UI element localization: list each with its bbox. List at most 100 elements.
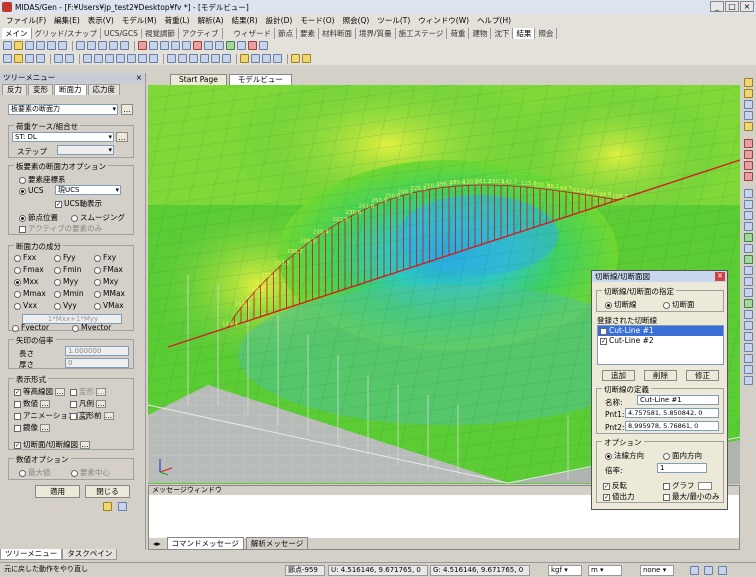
wireframe-icon[interactable] [743, 244, 753, 253]
component-radio[interactable]: Vxx [14, 301, 37, 310]
view-iso-icon[interactable] [149, 54, 158, 63]
display-checkbox[interactable]: 変形前… [70, 410, 114, 421]
normal-dir-radio[interactable]: 法線方向 [605, 450, 644, 461]
menu-item[interactable]: モデル(M) [118, 15, 161, 26]
component-radio[interactable]: Fxx [14, 253, 36, 262]
dimension-icon[interactable] [743, 299, 753, 308]
minimize-icon[interactable]: _ [710, 1, 724, 12]
view-top-icon[interactable] [138, 54, 147, 63]
loadcase-dropdown[interactable]: ST: DL ▾ [12, 132, 114, 142]
unlock-icon[interactable] [302, 54, 311, 63]
pencil-icon[interactable] [14, 41, 23, 50]
point-icon[interactable] [58, 41, 67, 50]
ribbon-tab[interactable]: 照会 [535, 27, 558, 39]
zoom-out-icon[interactable] [743, 89, 753, 98]
open-file-icon[interactable] [14, 54, 23, 63]
settlement-icon[interactable] [248, 41, 257, 50]
undo-icon[interactable] [54, 54, 63, 63]
dialog-close-icon[interactable]: × [715, 272, 725, 281]
graph-icon[interactable] [226, 41, 235, 50]
component-radio[interactable]: Fmax [14, 265, 44, 274]
ucs-axis-checkbox[interactable]: ✓ UCS軸表示 [55, 198, 102, 209]
force-unit-dropdown[interactable]: kgf ▾ [548, 565, 582, 576]
menu-item[interactable]: 編集(E) [50, 15, 84, 26]
component-radio[interactable]: MMax [94, 289, 125, 298]
component-radio[interactable]: Mxy [94, 277, 118, 286]
hidden-icon[interactable] [251, 54, 260, 63]
apply-button[interactable]: 適用 [35, 485, 80, 498]
save-icon[interactable] [25, 54, 34, 63]
result-icon[interactable] [193, 41, 202, 50]
view-z-icon[interactable] [743, 211, 753, 220]
ribbon-tab[interactable]: 材料断面 [319, 27, 357, 39]
element-icon[interactable] [87, 41, 96, 50]
arrow-right-icon[interactable] [743, 150, 753, 159]
graph-checkbox[interactable]: グラフ [663, 480, 712, 491]
display-unit-dropdown[interactable]: none ▾ [640, 565, 674, 576]
select-all-icon[interactable] [189, 54, 198, 63]
active-only-checkbox[interactable]: アクティブの要素のみ [19, 223, 102, 234]
print-icon[interactable] [118, 502, 127, 511]
component-radio[interactable]: VMax [94, 301, 124, 310]
display-checkbox[interactable]: 鏡像… [14, 422, 50, 433]
result-type-dropdown[interactable]: 板要素の断面力 ▾ [8, 104, 118, 115]
query-node-icon[interactable] [743, 354, 753, 363]
pan-icon[interactable] [94, 54, 103, 63]
delete-button[interactable]: 削除 [644, 370, 677, 381]
section-display-checkbox[interactable]: ✓ 切断面/切断線図… [14, 439, 91, 450]
zoom-icon[interactable] [83, 54, 92, 63]
measure-icon[interactable] [743, 310, 753, 319]
view-x-icon[interactable] [743, 189, 753, 198]
name-input[interactable]: Cut-Line #1 [637, 395, 719, 405]
ribbon-tab[interactable]: 沈下 [491, 27, 514, 39]
tree-tab[interactable]: 変形 [28, 84, 53, 95]
label-icon[interactable] [743, 277, 753, 286]
line-icon[interactable] [47, 41, 56, 50]
report-icon[interactable] [259, 41, 268, 50]
node-icon[interactable] [76, 41, 85, 50]
pnt2-input[interactable]: 8.995978, 5.76861, 0 [625, 421, 719, 431]
light-icon[interactable] [743, 266, 753, 275]
component-radio[interactable]: FMax [94, 265, 123, 274]
ribbon-tab[interactable]: 施工ステージ [396, 27, 448, 39]
menu-item[interactable]: 解析(A) [194, 15, 228, 26]
ribbon-tab[interactable]: UCS/GCS [101, 28, 142, 38]
ribbon-tab[interactable]: 要素 [297, 27, 320, 39]
node-position-radio[interactable]: 節点位置 [19, 212, 58, 223]
component-radio[interactable]: Mxx [14, 277, 38, 286]
select-polygon-icon[interactable] [178, 54, 187, 63]
tab-command-message[interactable]: コマンドメッセージ [166, 537, 244, 550]
redo-icon[interactable] [65, 54, 74, 63]
select-window-icon[interactable] [167, 54, 176, 63]
color-icon[interactable] [743, 288, 753, 297]
step-dropdown[interactable]: ▾ [57, 145, 114, 155]
table-icon[interactable] [215, 41, 224, 50]
menu-item[interactable]: 表示(V) [84, 15, 118, 26]
ribbon-tab[interactable]: 結果 [513, 27, 536, 39]
cut-line-list[interactable]: Cut-Line #1 ✓ Cut-Line #2 [597, 325, 724, 365]
arrow-up-icon[interactable] [743, 161, 753, 170]
menu-item[interactable]: ファイル(F) [2, 15, 50, 26]
display-checkbox[interactable]: 凡例… [70, 398, 106, 409]
pin-icon[interactable]: × [136, 73, 142, 83]
menu-item[interactable]: 結果(R) [228, 15, 262, 26]
display-checkbox[interactable]: ✓ 等高線図… [14, 386, 65, 397]
smoothing-radio[interactable]: スムージング [71, 212, 125, 223]
save-as-icon[interactable] [36, 54, 45, 63]
invert-checkbox[interactable]: ✓ 反転 [603, 480, 627, 491]
status-icon-1[interactable] [690, 566, 699, 575]
tree-tab[interactable]: 反力 [2, 84, 27, 95]
tab-analysis-message[interactable]: 解析メッセージ [245, 537, 309, 550]
rotate-icon[interactable] [105, 54, 114, 63]
zoom-window-icon[interactable] [743, 100, 753, 109]
component-radio[interactable]: Mmax [14, 289, 46, 298]
view-front-icon[interactable] [127, 54, 136, 63]
grid-icon[interactable] [25, 41, 34, 50]
tab-model-view[interactable]: モデルビュー [228, 74, 292, 85]
in-plane-radio[interactable]: 面内方向 [663, 450, 702, 461]
perspective-icon[interactable] [273, 54, 282, 63]
component-radio[interactable]: Fxy [94, 253, 116, 262]
ribbon-tab[interactable]: ウィザード [231, 27, 276, 39]
rotate-view-icon[interactable] [743, 376, 753, 385]
cut-line-radio[interactable]: 切断線 [605, 299, 637, 310]
